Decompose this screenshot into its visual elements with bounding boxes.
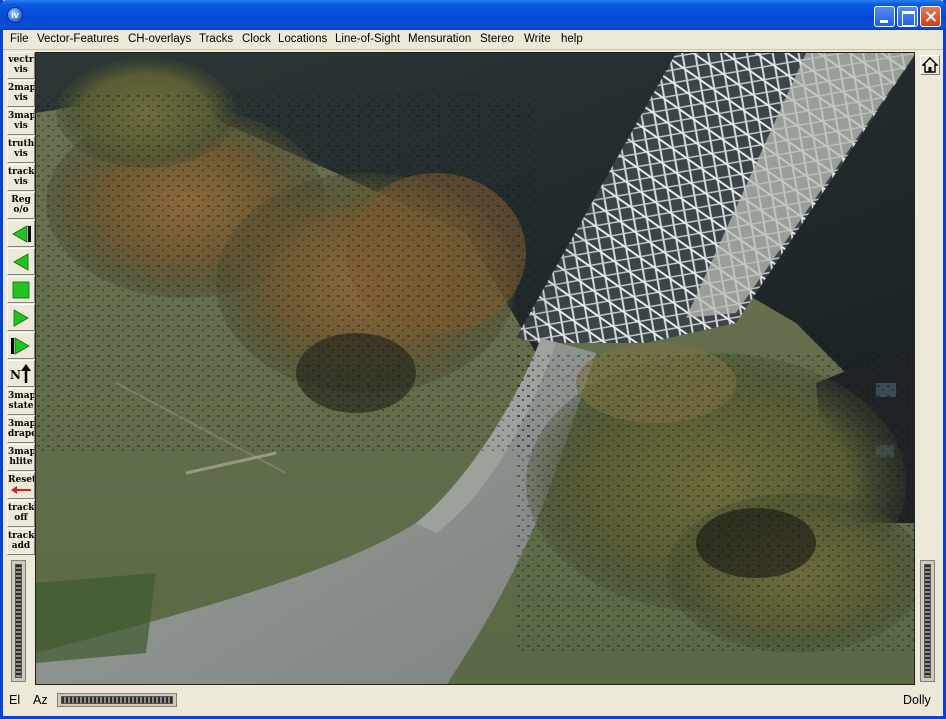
play-icon xyxy=(13,309,29,327)
aerial-scene-image xyxy=(36,53,914,684)
menu-tracks[interactable]: Tracks xyxy=(199,33,233,45)
3map-vis-button[interactable]: 3map vis xyxy=(7,108,35,135)
track-vis-button[interactable]: track vis xyxy=(7,164,35,191)
map-3d-viewport[interactable] xyxy=(35,52,915,685)
2map-vis-label: 2map vis xyxy=(8,83,35,103)
track-off-label: track off xyxy=(8,503,35,523)
track-add-label: track add xyxy=(8,531,35,551)
elevation-label: El xyxy=(9,693,21,707)
close-button[interactable] xyxy=(920,6,941,27)
skip-back-icon xyxy=(12,225,31,243)
reg-oo-label: Reg o/o xyxy=(11,195,31,215)
3map-drape-label: 3map drape xyxy=(8,419,35,439)
vector-vis-button[interactable]: vectr vis xyxy=(7,52,35,79)
menu-bar: File Vector-Features CH-overlays Tracks … xyxy=(3,30,943,50)
reset-arrow-icon xyxy=(11,486,31,494)
step-back-button[interactable] xyxy=(7,248,35,275)
elevation-slider[interactable] xyxy=(11,560,26,682)
step-back-icon xyxy=(13,253,29,271)
menu-line-of-sight[interactable]: Line-of-Sight xyxy=(335,33,400,45)
stop-button[interactable] xyxy=(7,276,35,303)
menu-mensuration[interactable]: Mensuration xyxy=(408,33,471,45)
track-vis-label: track vis xyxy=(8,167,35,187)
elevation-slider-track[interactable] xyxy=(15,564,22,678)
dolly-label: Dolly xyxy=(903,693,931,707)
skip-forward-icon xyxy=(11,337,30,355)
track-off-button[interactable]: track off xyxy=(7,500,35,527)
reset-label: Reset xyxy=(8,475,35,485)
skip-forward-button[interactable] xyxy=(7,332,35,359)
title-bar[interactable]: iv xyxy=(0,0,946,30)
vector-vis-label: vectr vis xyxy=(8,55,34,75)
azimuth-label: Az xyxy=(33,693,48,707)
truth-vis-button[interactable]: truth vis xyxy=(7,136,35,163)
2map-vis-button[interactable]: 2map vis xyxy=(7,80,35,107)
menu-locations[interactable]: Locations xyxy=(278,33,327,45)
stop-icon xyxy=(12,281,30,299)
3map-hlite-button[interactable]: 3map hlite xyxy=(7,444,35,471)
menu-clock[interactable]: Clock xyxy=(242,33,271,45)
menu-stereo[interactable]: Stereo xyxy=(480,33,514,45)
app-window: iv File Vector-Features CH-overlays Trac… xyxy=(0,0,946,719)
reset-button[interactable]: Reset xyxy=(7,472,35,499)
minimize-button[interactable] xyxy=(874,6,895,27)
maximize-button[interactable] xyxy=(897,6,918,27)
reg-oo-button[interactable]: Reg o/o xyxy=(7,192,35,219)
track-add-button[interactable]: track add xyxy=(7,528,35,555)
home-view-button[interactable] xyxy=(920,55,940,75)
menu-vector-features[interactable]: Vector-Features xyxy=(37,33,119,45)
app-icon[interactable]: iv xyxy=(7,7,23,23)
bottom-control-bar: El Az Dolly xyxy=(3,688,943,716)
azimuth-slider-track[interactable] xyxy=(61,696,173,704)
3map-state-label: 3map state xyxy=(8,391,35,411)
azimuth-slider[interactable] xyxy=(57,693,177,707)
north-up-button[interactable]: N xyxy=(7,360,35,387)
dolly-slider-track[interactable] xyxy=(924,564,931,678)
3map-vis-label: 3map vis xyxy=(8,111,35,131)
dolly-slider[interactable] xyxy=(920,560,935,682)
menu-help[interactable]: help xyxy=(561,33,583,45)
play-button[interactable] xyxy=(7,304,35,331)
north-arrow-letter: N xyxy=(10,368,21,382)
3map-hlite-label: 3map hlite xyxy=(8,447,35,467)
north-arrow-icon: N xyxy=(10,364,31,383)
skip-back-button[interactable] xyxy=(7,220,35,247)
home-icon xyxy=(921,57,939,73)
truth-vis-label: truth vis xyxy=(8,139,35,159)
3map-state-button[interactable]: 3map state xyxy=(7,388,35,415)
3map-drape-button[interactable]: 3map drape xyxy=(7,416,35,443)
menu-write[interactable]: Write xyxy=(524,33,551,45)
menu-ch-overlays[interactable]: CH-overlays xyxy=(128,33,191,45)
menu-file[interactable]: File xyxy=(10,33,29,45)
